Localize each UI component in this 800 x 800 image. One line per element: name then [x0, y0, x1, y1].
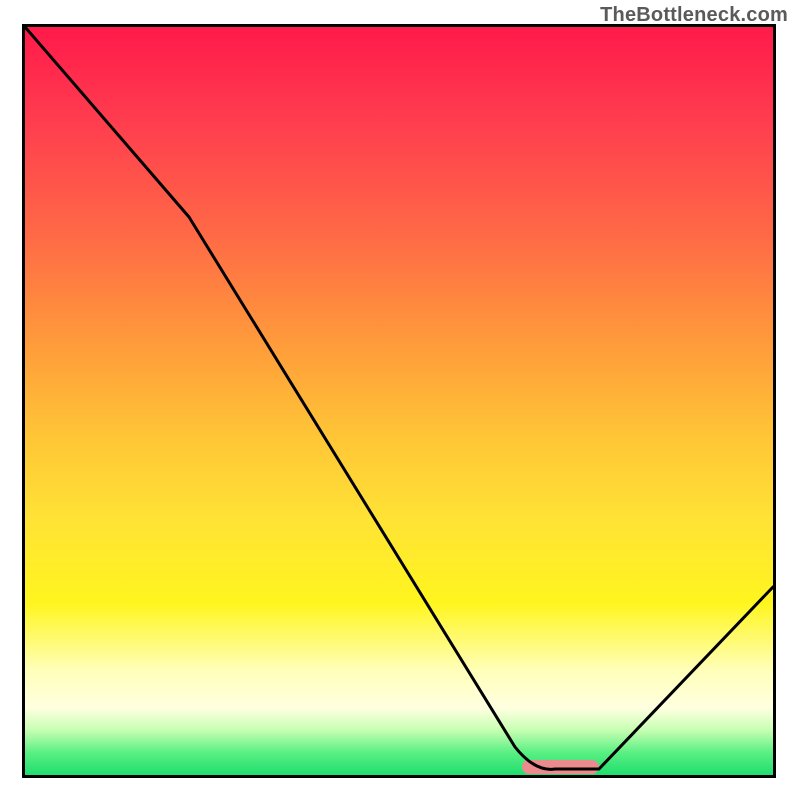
watermark-text: TheBottleneck.com: [600, 4, 788, 27]
curve-layer: [25, 27, 773, 775]
chart-frame: TheBottleneck.com: [0, 0, 800, 800]
plot-area: [22, 24, 776, 778]
bottleneck-curve: [25, 27, 773, 769]
